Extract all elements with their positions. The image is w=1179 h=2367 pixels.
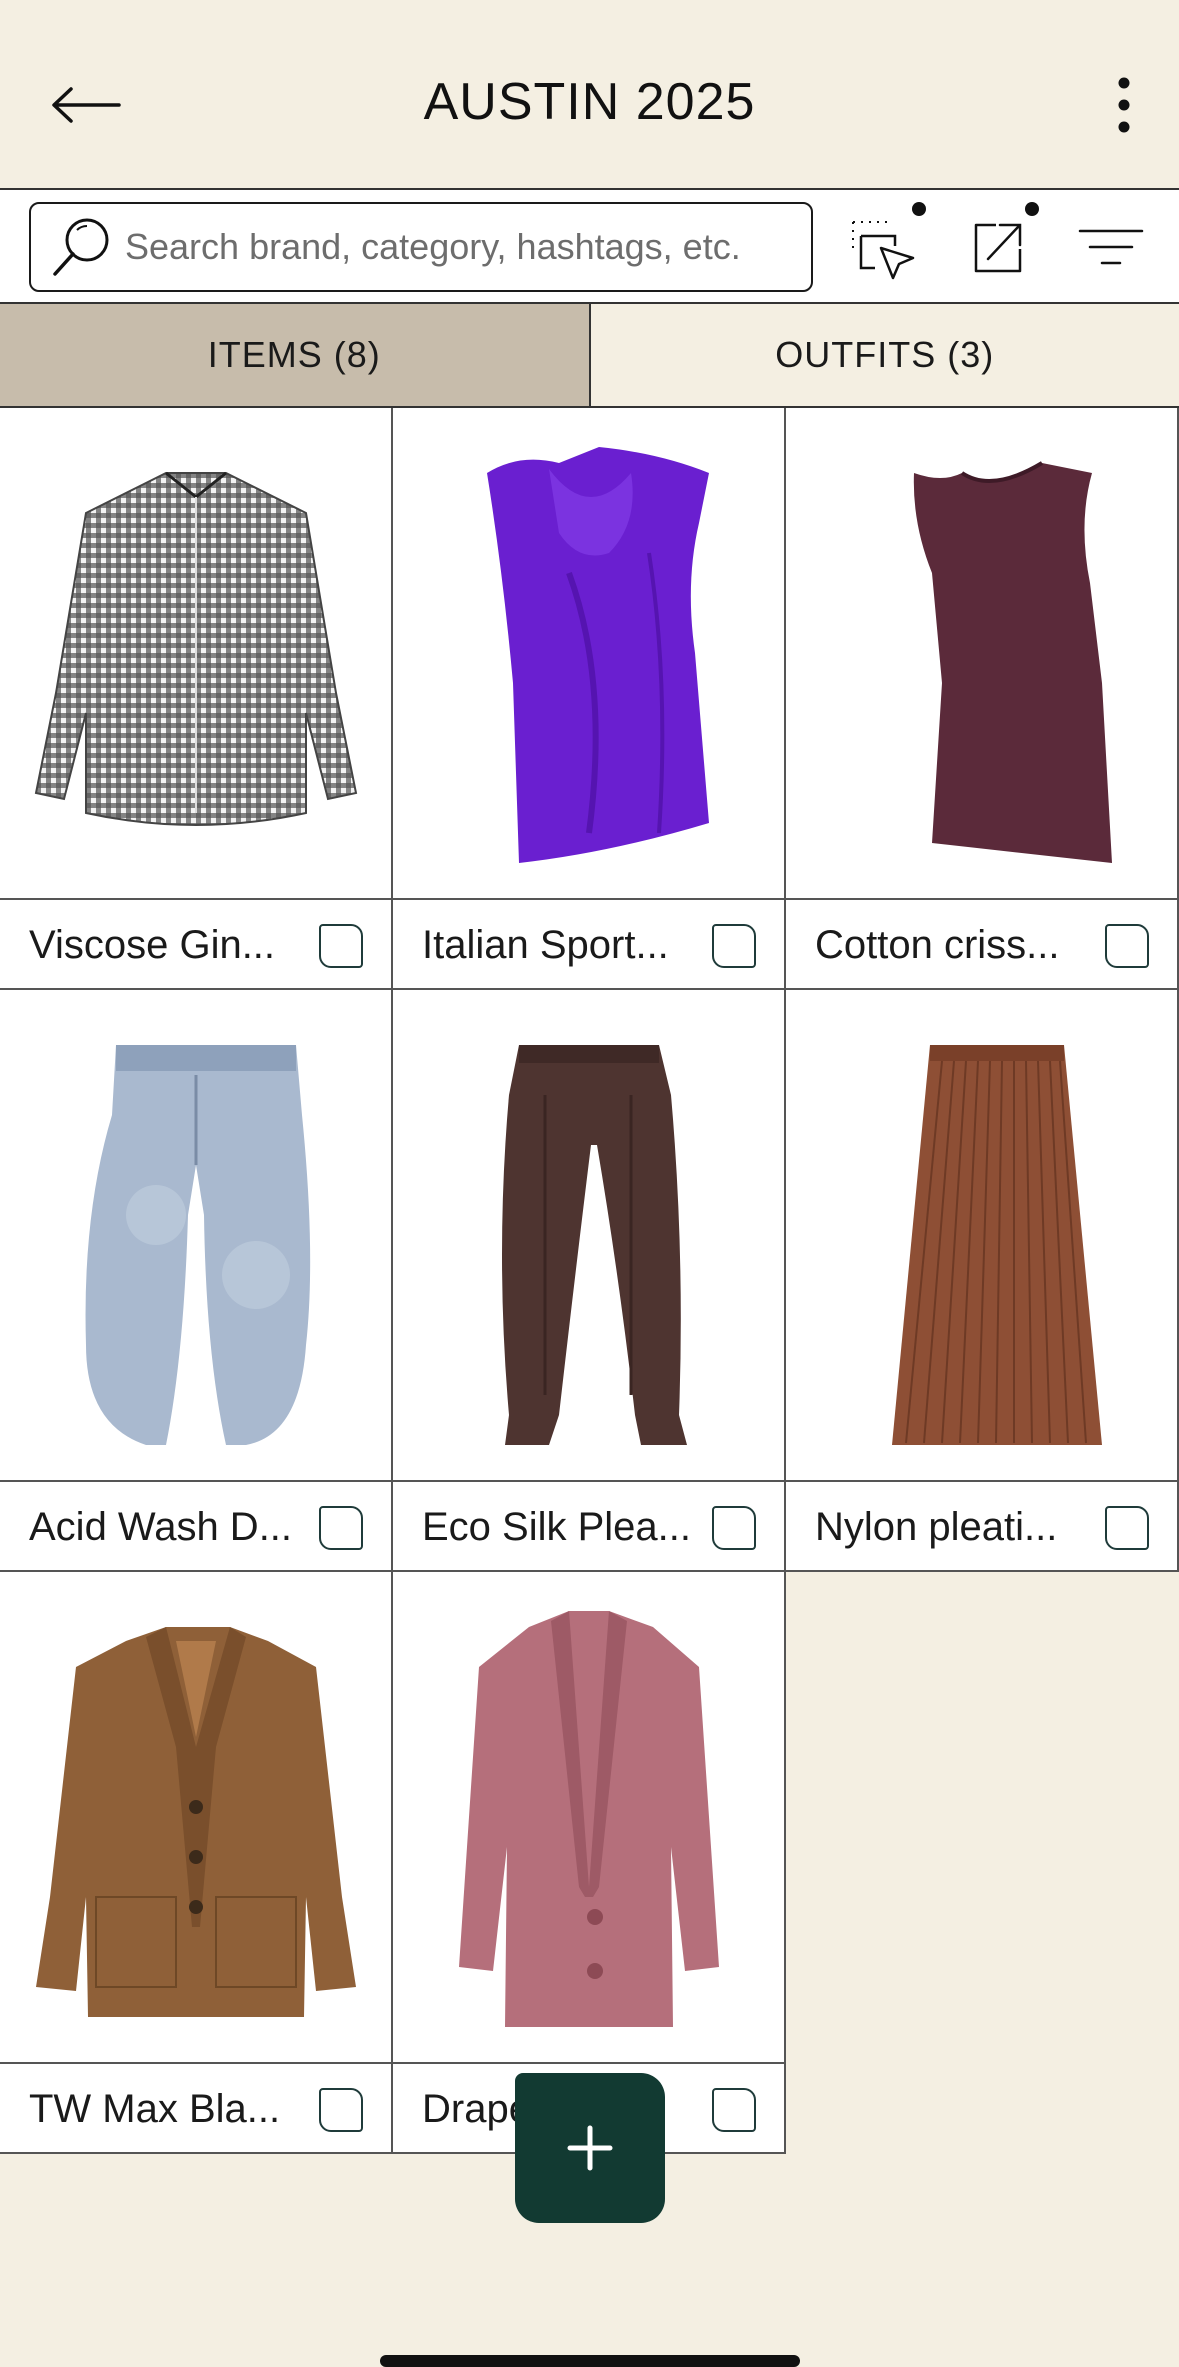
item-label: Viscose Gin... [29, 922, 276, 967]
select-pointer-icon [852, 221, 915, 280]
select-button[interactable] [840, 202, 930, 290]
pleated-skirt-image [891, 1045, 1102, 1445]
item-label: Acid Wash D... [29, 1504, 293, 1549]
tab-outfits[interactable]: OUTFITS (3) [590, 304, 1179, 406]
purple-draped-top-image [486, 447, 709, 863]
share-button[interactable] [953, 202, 1043, 290]
top-header: AUSTIN 2025 [0, 0, 1179, 188]
pink-blazer-image [458, 1611, 719, 2027]
search-toolbar [0, 188, 1179, 304]
item-image [0, 408, 391, 900]
item-checkbox[interactable] [319, 2088, 363, 2132]
item-image [393, 990, 784, 1482]
item-card[interactable]: Eco Silk Plea... [393, 990, 786, 1572]
item-label-row: Cotton criss... [786, 900, 1177, 990]
view-tabs: ITEMS (8) OUTFITS (3) [0, 304, 1179, 408]
camel-blazer-image [35, 1627, 356, 2017]
item-checkbox[interactable] [319, 924, 363, 968]
item-label: Italian Sport... [422, 922, 669, 967]
acid-wash-jeans-image [85, 1045, 310, 1445]
plus-icon [567, 2125, 613, 2171]
item-label: Eco Silk Plea... [422, 1504, 692, 1549]
item-card[interactable]: Acid Wash D... [0, 990, 393, 1572]
item-label-row: Viscose Gin... [0, 900, 391, 990]
item-card[interactable]: TW Max Bla... [0, 1572, 393, 2154]
add-item-button[interactable] [515, 2073, 665, 2223]
maroon-sleeveless-top-image [913, 461, 1112, 863]
item-image [786, 990, 1177, 1482]
share-indicator-dot [1025, 202, 1039, 216]
item-card[interactable]: Cotton criss... [786, 408, 1179, 990]
item-image [786, 408, 1177, 900]
item-checkbox[interactable] [1105, 924, 1149, 968]
item-label-row: Eco Silk Plea... [393, 1482, 784, 1572]
item-card[interactable]: Viscose Gin... [0, 408, 393, 990]
item-image [393, 408, 784, 900]
item-card[interactable]: Italian Sport... [393, 408, 786, 990]
tab-items[interactable]: ITEMS (8) [0, 304, 591, 406]
search-icon [53, 218, 109, 276]
more-vertical-icon [1118, 77, 1130, 133]
gingham-shirt-image [34, 471, 357, 826]
more-options-button[interactable] [1099, 70, 1149, 140]
home-indicator [380, 2355, 800, 2367]
item-label-row: Nylon pleati... [786, 1482, 1177, 1572]
item-label-row: TW Max Bla... [0, 2064, 391, 2154]
share-external-icon [974, 223, 1022, 273]
item-checkbox[interactable] [1105, 1506, 1149, 1550]
item-checkbox[interactable] [319, 1506, 363, 1550]
item-card[interactable]: Drape... [393, 1572, 786, 2154]
item-image [0, 1572, 391, 2064]
item-checkbox[interactable] [712, 1506, 756, 1550]
item-image [393, 1572, 784, 2064]
item-label: Nylon pleati... [815, 1504, 1058, 1549]
filter-lines-icon [1078, 229, 1144, 265]
item-label-row: Italian Sport... [393, 900, 784, 990]
item-card[interactable]: Nylon pleati... [786, 990, 1179, 1572]
brown-silk-trousers-image [501, 1045, 687, 1445]
item-checkbox[interactable] [712, 924, 756, 968]
page-title: AUSTIN 2025 [423, 73, 756, 131]
item-label-row: Acid Wash D... [0, 1482, 391, 1572]
filter-button[interactable] [1066, 204, 1156, 290]
search-input[interactable] [125, 226, 805, 268]
select-indicator-dot [912, 202, 926, 216]
item-label: TW Max Bla... [29, 2086, 281, 2131]
item-label: Cotton criss... [815, 922, 1060, 967]
search-box[interactable] [29, 202, 813, 292]
item-image [0, 990, 391, 1482]
item-checkbox[interactable] [712, 2088, 756, 2132]
